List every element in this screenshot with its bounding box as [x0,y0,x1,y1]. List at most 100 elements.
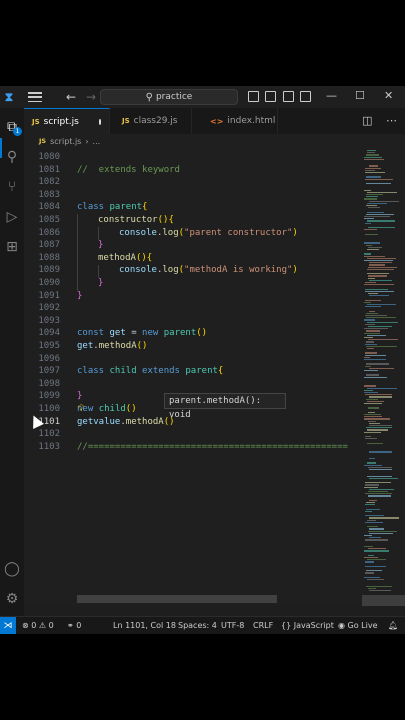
go-live-button[interactable]: ◉ Go Live [338,621,378,630]
ports-status[interactable]: ⚭ 0 [67,621,81,630]
end-of-line[interactable]: CRLF [253,621,273,630]
minimap-line [365,484,379,486]
code-line[interactable]: } [98,240,103,250]
minimap-line [369,310,375,312]
html-file-icon: <> [210,116,224,126]
ports-icon: ⚭ [67,621,74,630]
line-number: 1092 [38,303,60,314]
minimap-line [365,354,386,356]
language-label: JavaScript [293,621,334,630]
breadcrumb-rest[interactable]: ... [93,137,101,146]
command-center-search[interactable]: ⚲ practice [100,89,238,105]
horizontal-scrollbar[interactable] [77,595,277,603]
minimap-line [365,504,375,506]
tab-script-js[interactable]: JS script.js [24,108,110,134]
minimap-line [368,491,388,493]
code-editor[interactable]: parent.methodA(): void 1080 1081 // extend… [24,148,362,606]
minimap-line [369,422,380,425]
editor-tabs: JS script.js JS class29.js <> index.html… [24,108,405,134]
arrow-left-icon[interactable]: ← [64,90,78,104]
minimap-line [367,334,386,337]
minimap-line [364,337,373,339]
minimap-line [367,519,376,521]
remote-icon[interactable]: ⋊ [0,616,16,634]
minimap-line [369,295,389,297]
minimap-line [365,282,376,284]
code-line[interactable]: } [77,391,82,401]
run-debug-icon[interactable]: ▷ [3,208,21,226]
minimap-line [368,466,392,469]
close-button[interactable]: ✕ [384,89,393,102]
line-number: 1100 [38,404,60,414]
minimap-line [365,299,381,301]
minimize-button[interactable]: — [326,89,337,102]
lightbulb-icon[interactable]: 💡︎ [78,404,84,414]
code-line[interactable]: } [77,291,82,301]
toggle-primary-sidebar-icon[interactable] [248,91,259,102]
code-line[interactable]: constructor(){ [98,215,174,225]
code-line[interactable]: // extends keyword [77,165,180,175]
language-mode[interactable]: {} JavaScript [281,621,334,630]
minimap-line [367,257,396,260]
broadcast-icon: ◉ [338,621,345,630]
toggle-panel-icon[interactable] [265,91,276,102]
tab-label: index.html [227,116,276,126]
code-line[interactable]: new child() [77,404,137,414]
toggle-secondary-sidebar-icon[interactable] [283,91,294,102]
minimap-line [366,176,381,178]
code-line[interactable]: const get = new parent() [77,328,207,338]
active-indicator [0,138,2,158]
minimap-line [367,321,398,323]
split-editor-icon[interactable]: ◫ [362,114,372,127]
minimap-line [366,398,378,400]
minimap-line [365,510,372,513]
minimap-line [365,394,392,396]
minimap-line [369,532,393,535]
minimap-line [365,306,381,308]
minimap-line [364,431,381,433]
minimap-line [369,262,392,264]
minimap-slider[interactable] [362,595,405,606]
maximize-button[interactable]: ☐ [355,89,365,102]
indent-guide [77,214,78,291]
minimap-line [369,528,384,530]
code-line[interactable]: class parent{ [77,202,147,212]
breadcrumb-separator: › [85,136,89,146]
code-line[interactable]: console.log("methodA is working") [119,265,298,275]
notifications-bell-icon[interactable]: 🔔︎ [388,621,398,630]
encoding[interactable]: UTF-8 [221,621,244,630]
settings-gear-icon[interactable]: ⚙ [3,590,21,608]
tab-class29-js[interactable]: JS class29.js [110,108,192,134]
customize-layout-icon[interactable] [300,91,311,102]
code-line[interactable]: } [98,278,103,288]
minimap-line [364,464,382,466]
menu-icon[interactable] [28,92,42,102]
search-icon[interactable]: ⚲ [3,148,21,166]
tab-index-html[interactable]: <> index.html [192,108,278,134]
breadcrumb-file[interactable]: script.js [50,137,81,146]
code-line[interactable]: class child extends parent{ [77,366,223,376]
code-line[interactable]: get.methodA() [77,341,147,351]
minimap[interactable] [362,148,405,606]
indentation[interactable]: Spaces: 4 [178,621,217,630]
code-line[interactable]: //======================================… [77,442,348,452]
arrow-right-icon[interactable]: → [84,90,98,104]
cursor-position[interactable]: Ln 1101, Col 18 [113,621,176,630]
source-control-icon[interactable]: ⑂ [3,178,21,196]
more-actions-icon[interactable]: ⋯ [386,114,397,127]
breadcrumb: JS script.js › ... [24,134,405,148]
minimap-line [369,517,399,519]
minimap-line [367,462,376,464]
minimap-line [364,356,370,359]
minimap-line [367,220,395,222]
unsaved-dot-icon[interactable] [98,118,101,125]
minimap-line [364,376,387,378]
problems-status[interactable]: ⊗ 0 ⚠ 0 [22,621,54,630]
extensions-icon[interactable]: ⊞ [3,238,21,256]
search-text: practice [155,92,193,102]
code-line[interactable]: getvalue.methodA() [77,417,175,427]
code-line[interactable]: console.log("parent constructor") [119,228,298,238]
minimap-line [365,572,374,574]
account-icon[interactable]: ◯ [3,560,21,578]
code-line[interactable]: methodA(){ [98,253,152,263]
